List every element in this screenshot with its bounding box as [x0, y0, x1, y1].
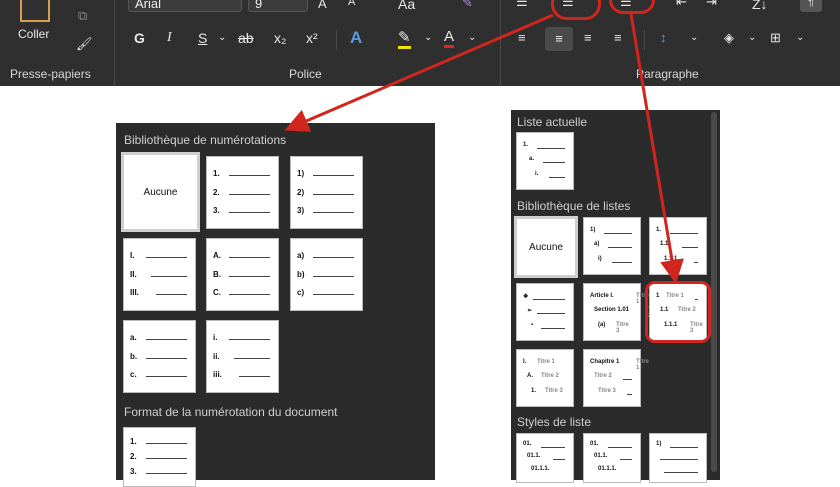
- annotation-arrows: [284, 13, 684, 284]
- arrow-to-heading-list: [629, 13, 684, 284]
- arrow-to-numbering-panel: [284, 13, 554, 132]
